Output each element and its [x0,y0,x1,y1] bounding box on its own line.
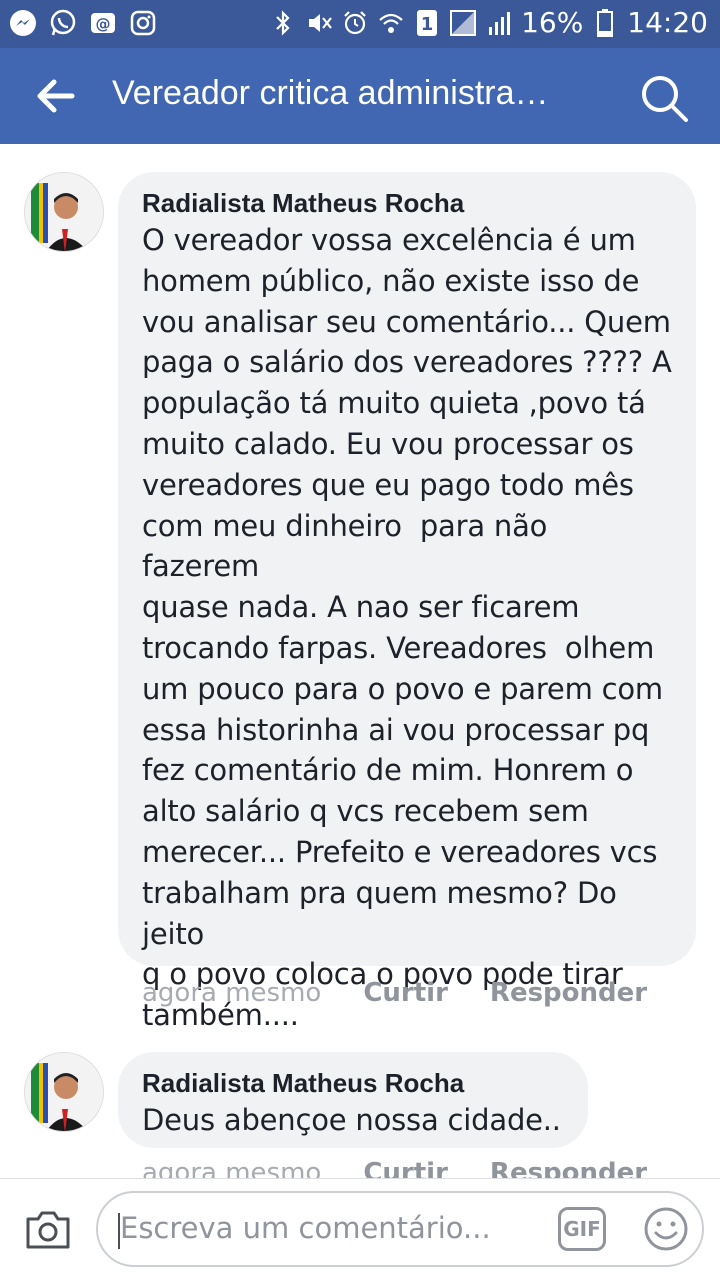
email-icon: @ [88,8,118,38]
search-button[interactable] [638,72,690,124]
comment-composer: Escreva um comentário... GIF [0,1178,720,1280]
reply-link[interactable]: Responder [490,1158,647,1178]
comment-author[interactable]: Radialista Matheus Rocha [142,1066,564,1100]
comment-bubble[interactable]: Radialista Matheus Rocha O vereador voss… [118,172,696,1032]
camera-icon [26,1211,70,1249]
battery-icon [591,8,619,38]
comment-text: Deus abençoe nossa cidade.. [142,1103,561,1137]
mute-icon [305,8,333,38]
emoji-icon [644,1207,688,1251]
comment-input[interactable]: Escreva um comentário... GIF [96,1191,704,1267]
system-status: 1 16% 14:20 [269,6,708,39]
svg-text:@: @ [96,15,111,33]
battery-percentage: 16% [521,6,584,39]
profile-photo [25,173,103,251]
comment-bubble[interactable]: Radialista Matheus Rocha Deus abençoe no… [118,1052,588,1148]
messenger-icon [8,8,38,38]
sim-icon: 1 [413,8,441,38]
comment-timestamp: agora mesmo [142,1158,322,1178]
page-title: Vereador critica administra… [112,74,549,112]
comment-actions: agora mesmo Curtir Responder [142,978,689,1008]
wifi-icon [377,8,405,38]
search-icon [642,76,688,122]
bluetooth-icon [269,8,297,38]
whatsapp-icon [48,8,78,38]
instagram-icon [128,8,158,38]
notification-icons: @ [8,8,158,38]
comment-actions: agora mesmo Curtir Responder [142,1158,689,1178]
back-button[interactable] [34,76,78,116]
avatar[interactable] [24,172,104,252]
arrow-left-icon [37,79,75,113]
no-signal-icon [449,8,477,38]
like-link[interactable]: Curtir [363,1158,448,1178]
reply-link[interactable]: Responder [490,978,647,1008]
emoji-button[interactable] [642,1205,690,1253]
profile-photo [25,1053,103,1131]
app-bar: Vereador critica administra… [0,48,720,144]
like-link[interactable]: Curtir [363,978,448,1008]
status-bar: @ 1 16% 14:20 [0,0,720,48]
comment-timestamp: agora mesmo [142,978,322,1008]
signal-icon [485,8,513,38]
comment-author[interactable]: Radialista Matheus Rocha [142,186,672,220]
comment-input-placeholder: Escreva um comentário... [120,1211,491,1245]
alarm-icon [341,8,369,38]
comments-feed[interactable]: Radialista Matheus Rocha O vereador voss… [0,144,720,1178]
camera-button[interactable] [24,1207,72,1251]
gif-button[interactable]: GIF [558,1207,606,1251]
svg-text:1: 1 [421,14,434,35]
comment-text: O vereador vossa excelência é um homem p… [142,223,672,1033]
clock: 14:20 [627,6,708,39]
avatar[interactable] [24,1052,104,1132]
